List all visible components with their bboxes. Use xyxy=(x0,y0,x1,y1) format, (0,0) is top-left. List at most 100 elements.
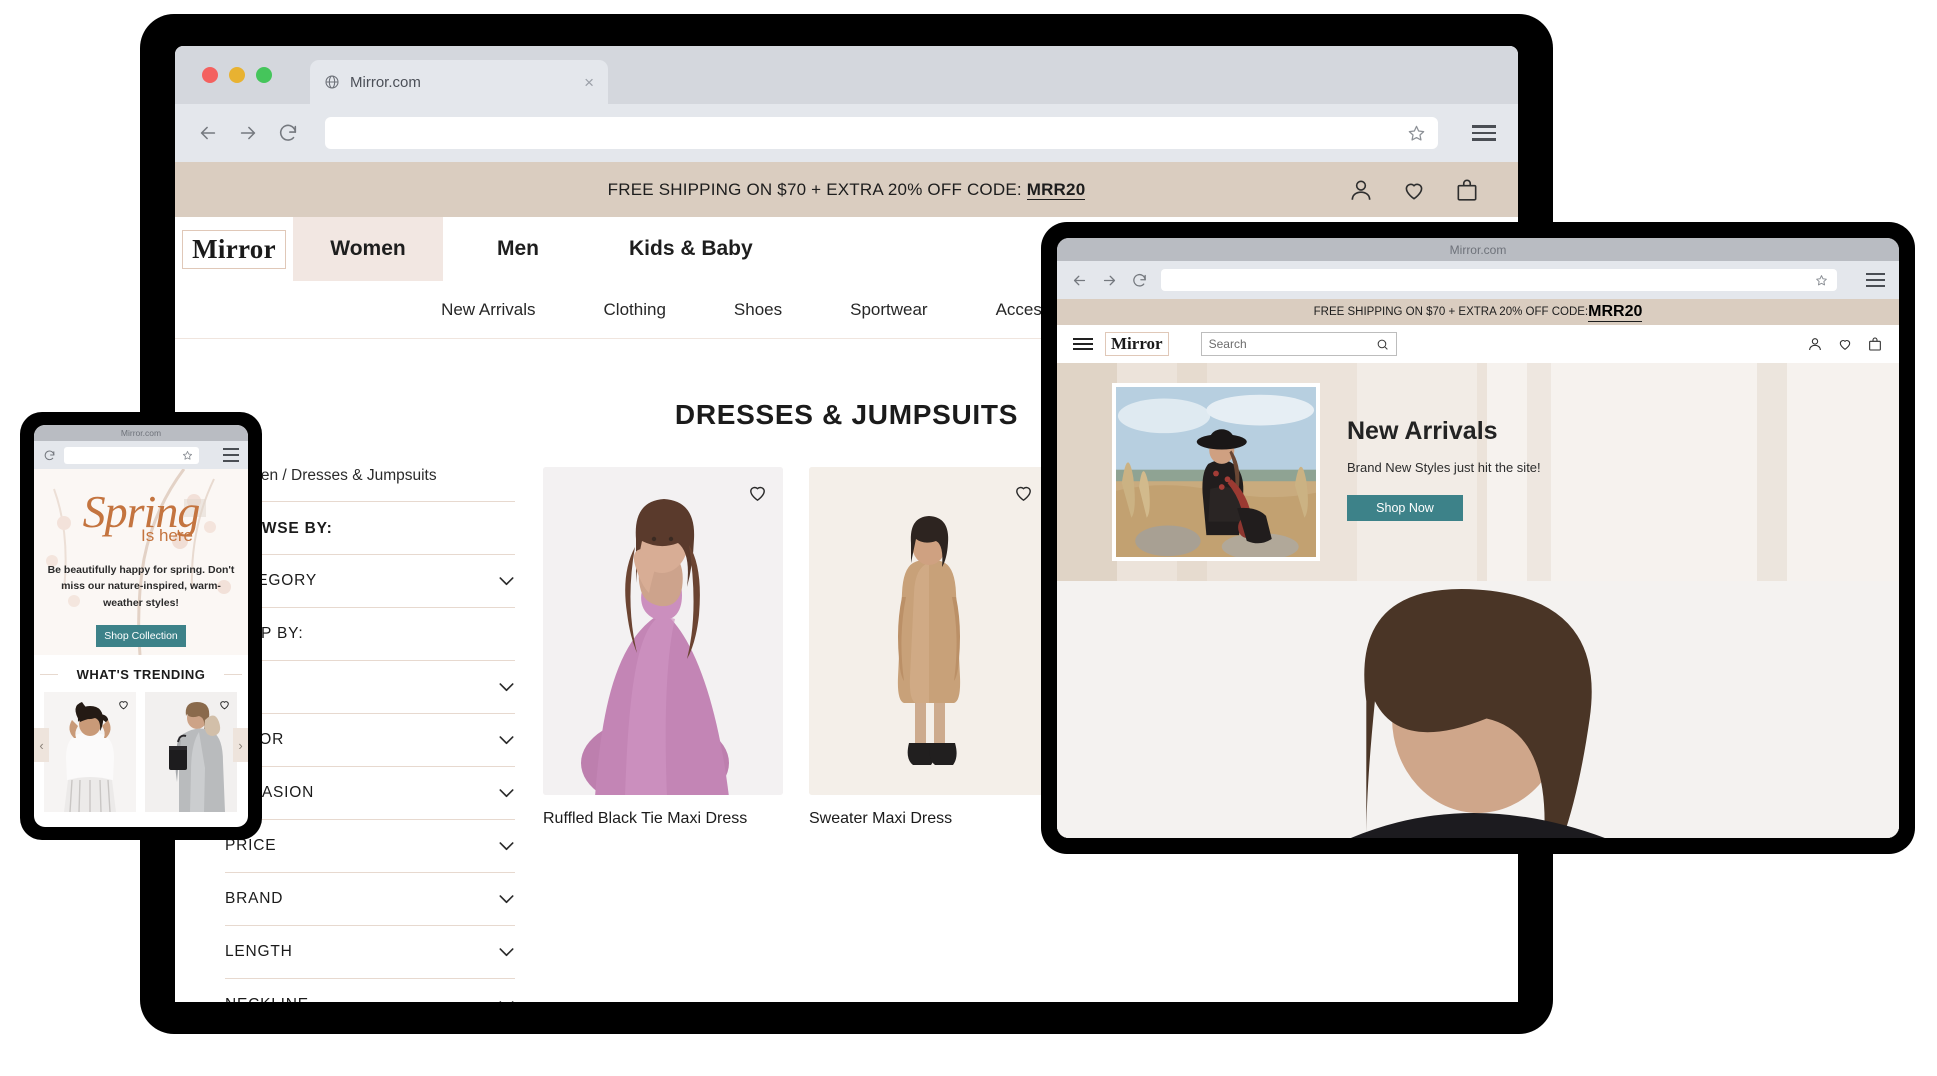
hamburger-menu-icon[interactable] xyxy=(223,448,239,462)
filter-price[interactable]: PRICE xyxy=(225,820,515,873)
nav-item-kids-baby[interactable]: Kids & Baby xyxy=(593,217,789,281)
desktop-browser-tabbar: Mirror.com × xyxy=(175,46,1518,104)
product-name[interactable]: Ruffled Black Tie Maxi Dress xyxy=(543,810,783,828)
browse-by-label: BROWSE BY: xyxy=(225,502,515,555)
nav-item-women[interactable]: Women xyxy=(293,217,443,281)
mobile-menu-icon[interactable] xyxy=(1073,338,1093,350)
section-title: WHAT'S TRENDING xyxy=(34,655,248,692)
product-image[interactable] xyxy=(809,467,1049,795)
search-input[interactable]: Search xyxy=(1200,332,1397,356)
trending-carousel: ‹ › xyxy=(34,692,248,812)
product-photo-model-purple-dress xyxy=(543,467,783,795)
chevron-down-icon xyxy=(499,735,514,744)
wishlist-heart-icon[interactable] xyxy=(1012,481,1035,504)
promo-banner-message: FREE SHIPPING ON $70 + EXTRA 20% OFF COD… xyxy=(607,179,1027,199)
close-icon[interactable]: × xyxy=(584,74,594,91)
reload-icon[interactable] xyxy=(43,449,56,462)
filter-size[interactable]: SIZE xyxy=(225,661,515,714)
chevron-down-icon xyxy=(499,682,514,691)
tablet-address-bar[interactable] xyxy=(1161,269,1837,291)
product-photo-model-sweater-dress xyxy=(809,467,1049,795)
search-placeholder: Search xyxy=(1208,337,1247,351)
phone-hero-banner: Spring Is here Be beautifully happy for … xyxy=(34,469,248,655)
phone-address-bar[interactable] xyxy=(64,446,199,464)
search-icon[interactable] xyxy=(1376,338,1389,351)
filter-shop-by[interactable]: SHOP BY: xyxy=(225,608,515,661)
shop-now-button[interactable]: Shop Now xyxy=(1347,495,1463,521)
close-window-button[interactable] xyxy=(202,67,218,83)
desktop-browser-toolbar xyxy=(175,104,1518,162)
back-arrow-icon[interactable] xyxy=(197,122,219,144)
header-icon-group xyxy=(1348,177,1480,203)
back-arrow-icon[interactable] xyxy=(1071,272,1088,289)
promo-banner-text: FREE SHIPPING ON $70 + EXTRA 20% OFF COD… xyxy=(607,179,1086,200)
nav-item-men[interactable]: Men xyxy=(443,217,593,281)
phone-window-title: Mirror.com xyxy=(34,425,248,441)
wishlist-heart-icon[interactable] xyxy=(1837,336,1853,352)
reload-icon[interactable] xyxy=(277,122,299,144)
product-image[interactable] xyxy=(543,467,783,795)
filter-label: BRAND xyxy=(225,890,284,907)
carousel-prev-button[interactable]: ‹ xyxy=(34,728,49,762)
subnav-item-shoes[interactable]: Shoes xyxy=(700,300,816,320)
promo-banner: FREE SHIPPING ON $70 + EXTRA 20% OFF COD… xyxy=(175,162,1518,217)
account-icon[interactable] xyxy=(1807,336,1823,352)
filter-length[interactable]: LENGTH xyxy=(225,926,515,979)
reload-icon[interactable] xyxy=(1131,272,1148,289)
subnav-item-new-arrivals[interactable]: New Arrivals xyxy=(407,300,569,320)
promo-code[interactable]: MRR20 xyxy=(1588,303,1643,322)
tablet-promo-banner: FREE SHIPPING ON $70 + EXTRA 20% OFF COD… xyxy=(1057,299,1899,325)
address-bar[interactable] xyxy=(325,117,1438,149)
hamburger-menu-icon[interactable] xyxy=(1866,273,1885,287)
wishlist-heart-icon[interactable] xyxy=(117,698,130,711)
product-name[interactable]: Sweater Maxi Dress xyxy=(809,810,1049,828)
hamburger-menu-icon[interactable] xyxy=(1472,125,1496,141)
window-traffic-lights[interactable] xyxy=(202,67,272,83)
subnav-item-clothing[interactable]: Clothing xyxy=(570,300,700,320)
globe-icon xyxy=(325,75,339,89)
forward-arrow-icon[interactable] xyxy=(237,122,259,144)
tablet-hero-banner: New Arrivals Brand New Styles just hit t… xyxy=(1057,363,1899,581)
shopping-bag-icon[interactable] xyxy=(1867,336,1883,352)
minimize-window-button[interactable] xyxy=(229,67,245,83)
star-icon[interactable] xyxy=(1815,274,1828,287)
forward-arrow-icon[interactable] xyxy=(1101,272,1118,289)
wishlist-heart-icon[interactable] xyxy=(1401,177,1427,203)
filter-sidebar: Women / Dresses & Jumpsuits BROWSE BY: C… xyxy=(225,467,515,1002)
trending-product-card[interactable] xyxy=(44,692,136,812)
breadcrumb[interactable]: Women / Dresses & Jumpsuits xyxy=(225,467,515,502)
hero-copy: Be beautifully happy for spring. Don't m… xyxy=(47,564,235,609)
shopping-bag-icon[interactable] xyxy=(1454,177,1480,203)
phone-screen: Mirror.com Spring Is here Be beautifully… xyxy=(34,425,248,827)
chevron-down-icon xyxy=(499,841,514,850)
filter-brand[interactable]: BRAND xyxy=(225,873,515,926)
site-logo[interactable]: Mirror xyxy=(175,217,293,281)
product-card[interactable]: Sweater Maxi Dress xyxy=(809,467,1049,1002)
logo-text: Mirror xyxy=(192,233,276,264)
browser-tab[interactable]: Mirror.com × xyxy=(310,60,608,104)
wishlist-heart-icon[interactable] xyxy=(746,481,769,504)
promo-code[interactable]: MRR20 xyxy=(1026,179,1086,200)
star-icon[interactable] xyxy=(182,450,193,461)
wishlist-heart-icon[interactable] xyxy=(218,698,231,711)
star-icon[interactable] xyxy=(1407,124,1426,143)
carousel-next-button[interactable]: › xyxy=(233,728,248,762)
filter-category[interactable]: CATEGORY xyxy=(225,555,515,608)
trending-product-card[interactable] xyxy=(145,692,237,812)
filter-label: LENGTH xyxy=(225,943,293,960)
filter-occasion[interactable]: OCCASION xyxy=(225,767,515,820)
account-icon[interactable] xyxy=(1348,177,1374,203)
site-logo[interactable]: Mirror xyxy=(1105,332,1169,356)
chevron-down-icon xyxy=(499,894,514,903)
phone-device-frame: Mirror.com Spring Is here Be beautifully… xyxy=(20,412,262,840)
filter-color[interactable]: COLOR xyxy=(225,714,515,767)
filter-neckline[interactable]: NECKLINE xyxy=(225,979,515,1002)
category-card[interactable]: Bottoms xyxy=(1057,581,1899,838)
product-card[interactable]: Ruffled Black Tie Maxi Dress xyxy=(543,467,783,1002)
shop-collection-button[interactable]: Shop Collection xyxy=(96,624,186,647)
chevron-down-icon xyxy=(499,576,514,585)
category-image[interactable] xyxy=(1057,581,1899,838)
maximize-window-button[interactable] xyxy=(256,67,272,83)
tablet-site-header: Mirror Search xyxy=(1057,325,1899,363)
subnav-item-sportwear[interactable]: Sportwear xyxy=(816,300,961,320)
